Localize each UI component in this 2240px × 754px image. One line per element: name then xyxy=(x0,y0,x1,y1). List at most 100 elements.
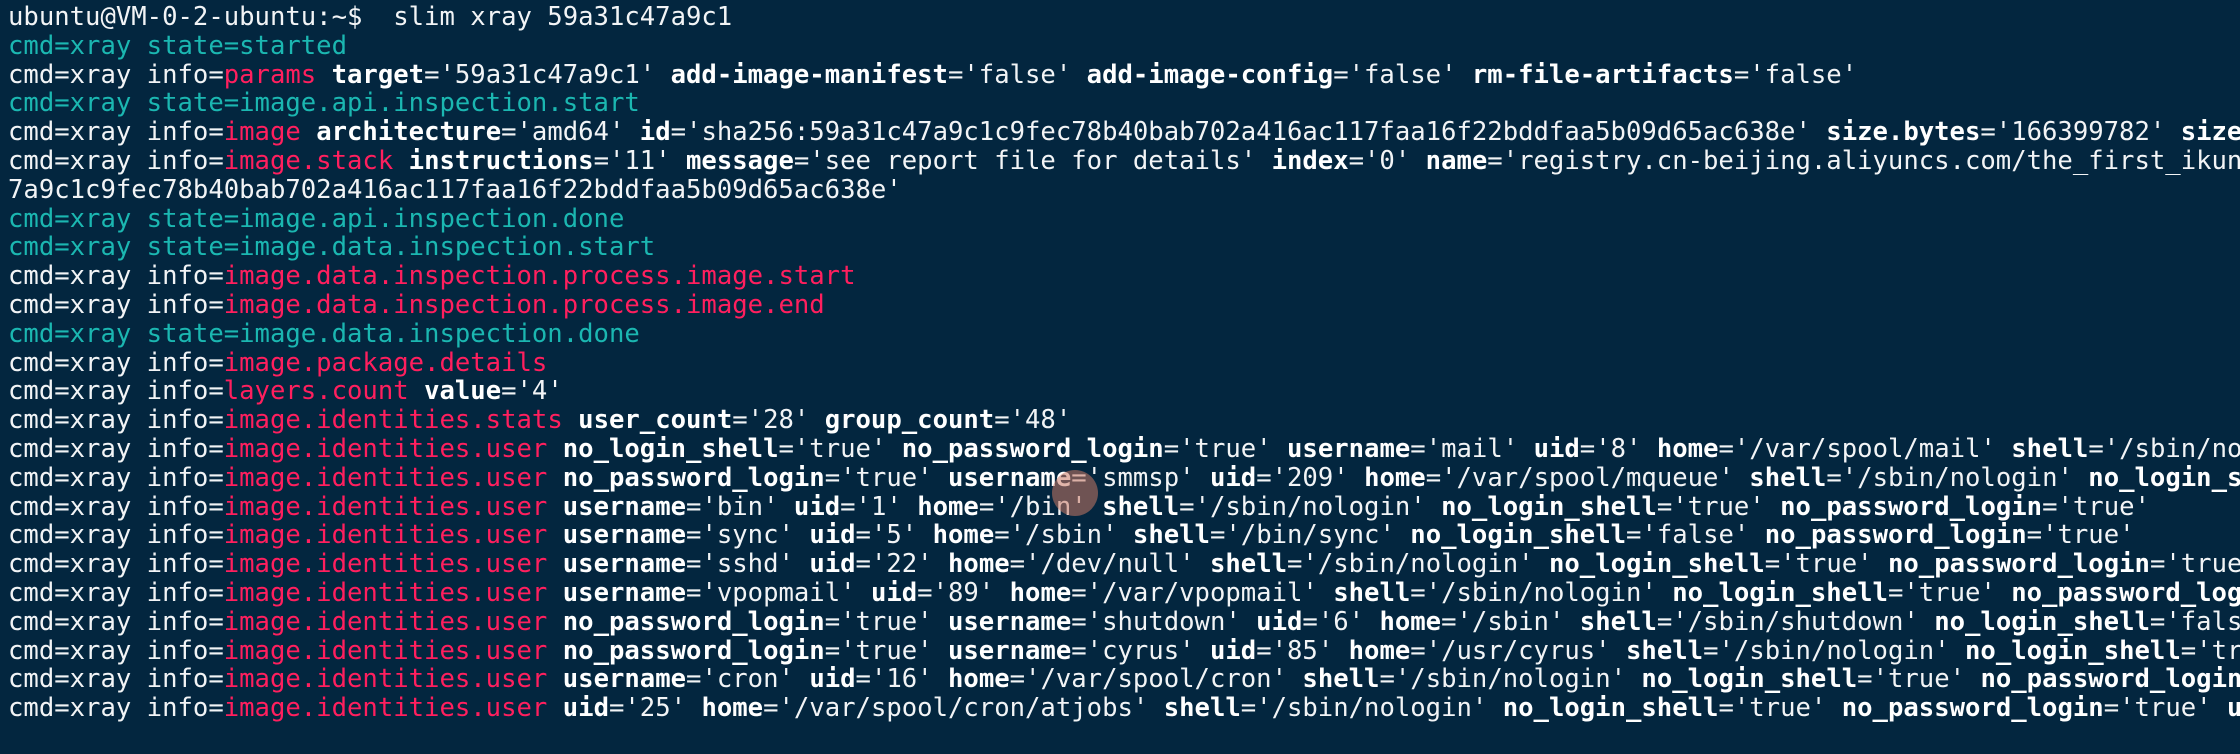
field-key: no_password_login xyxy=(901,434,1164,464)
field-key: uid xyxy=(793,492,841,522)
field-key: add-image-manifest xyxy=(670,60,948,90)
field-key: name xyxy=(1425,146,1488,176)
plain-text: cmd=xray info= xyxy=(8,550,224,579)
field-key: no_password_login xyxy=(562,607,825,637)
field-key: home xyxy=(948,550,1010,579)
field-key: add-image-config xyxy=(1086,60,1334,90)
log-line: cmd=xray state=image.api.inspection.star… xyxy=(8,89,2240,118)
field-key: shell xyxy=(1302,665,1380,695)
field-key: username xyxy=(562,521,687,551)
plain-text: cmd=xray info= xyxy=(8,377,224,407)
plain-text: ='true' xyxy=(1656,492,1781,522)
plain-text: ='0' xyxy=(1348,146,1426,176)
plain-text: ='/sbin/nologin' xyxy=(1826,463,2089,493)
field-key: username xyxy=(562,492,687,522)
plain-text xyxy=(301,118,316,147)
plain-text: ='85' xyxy=(1256,636,1349,666)
field-key: shell xyxy=(1626,636,1704,666)
plain-text: ='/sbin' xyxy=(1441,607,1580,637)
plain-text xyxy=(547,550,562,579)
plain-text: cmd=xray info= xyxy=(8,146,224,176)
field-key: no_password_login xyxy=(562,463,825,493)
plain-text: ='/var/spool/mail' xyxy=(1718,434,2012,464)
plain-text: ='vpopmail' xyxy=(686,578,871,608)
plain-text: ='16' xyxy=(855,665,948,695)
log-line: cmd=xray info=image.data.inspection.proc… xyxy=(8,291,2240,320)
plain-text xyxy=(547,493,562,522)
plain-text: ='bin' xyxy=(686,492,794,522)
field-key: uid xyxy=(562,694,609,723)
plain-text: cmd=xray info= xyxy=(8,578,224,608)
field-key: username xyxy=(1287,434,1411,464)
field-key: shell xyxy=(1749,463,1827,493)
plain-text: cmd=xray info= xyxy=(8,607,224,637)
plain-text: ='209' xyxy=(1256,463,1365,493)
plain-text: ='cron' xyxy=(686,665,810,695)
plain-text: cmd=xray info= xyxy=(8,665,224,695)
field-key: home xyxy=(1364,463,1426,493)
info-tag: image.identities.user xyxy=(223,550,548,579)
log-line: cmd=xray info=image.identities.user user… xyxy=(8,665,2240,694)
plain-text: ='true' xyxy=(824,636,948,666)
plain-text: ='166399782' xyxy=(1980,118,2181,147)
field-key: no_login_shell xyxy=(1641,665,1858,695)
plain-text: cmd=xray info= xyxy=(8,406,224,435)
field-key: size.bytes xyxy=(1826,118,1981,147)
plain-text xyxy=(409,377,424,406)
plain-text: cmd=xray info= xyxy=(8,60,224,90)
field-key: home xyxy=(1009,578,1072,608)
field-key: id xyxy=(639,118,671,147)
state-text: cmd=xray state=started xyxy=(8,31,347,61)
field-key: shell xyxy=(1102,492,1180,522)
info-tag: image.identities.user xyxy=(223,607,548,637)
plain-text: cmd=xray info= xyxy=(8,118,224,147)
plain-text: ='/var/spool/mqueue' xyxy=(1425,463,1750,493)
state-text: cmd=xray state=image.data.inspection.sta… xyxy=(8,233,656,263)
terminal-output[interactable]: ubuntu@VM-0-2-ubuntu:~$ slim xray 59a31c… xyxy=(8,3,2240,723)
plain-text: ='false' xyxy=(2149,607,2240,637)
field-key: size.human xyxy=(2180,118,2240,147)
field-key: no_login_shell xyxy=(1934,607,2150,637)
plain-text: ='true' xyxy=(778,434,902,464)
field-key: no_login_shell xyxy=(1410,521,1627,551)
plain-text: ='true' xyxy=(2103,694,2227,723)
plain-text: ='true' xyxy=(1857,665,1981,695)
plain-text xyxy=(547,637,562,666)
log-line: cmd=xray info=image.package.details xyxy=(8,349,2240,378)
plain-text: ='/var/spool/cron/atjobs' xyxy=(763,694,1164,723)
info-tag: image.identities.user xyxy=(223,434,548,464)
field-key: index xyxy=(1271,146,1349,176)
field-key: shell xyxy=(1209,550,1288,579)
plain-text: ='true' xyxy=(1887,578,2012,608)
plain-text xyxy=(393,147,408,176)
field-key: username xyxy=(947,463,1072,493)
info-tag: image.stack xyxy=(223,146,394,176)
log-line: cmd=xray info=image.identities.user user… xyxy=(8,579,2240,608)
info-tag: image.identities.user xyxy=(223,578,548,608)
log-line: cmd=xray info=image.data.inspection.proc… xyxy=(8,262,2240,291)
plain-text: cmd=xray info= xyxy=(8,290,224,320)
plain-text: ='true' xyxy=(2180,636,2240,666)
plain-text xyxy=(547,579,562,608)
field-key: username xyxy=(562,550,687,579)
plain-text: 7a9c1c9fec78b40bab702a416ac117faa16f22bd… xyxy=(8,175,902,205)
plain-text: cmd=xray info= xyxy=(8,492,224,522)
plain-text: ='59a31c47a9c1' xyxy=(424,60,671,90)
plain-text: ='true' xyxy=(1718,694,1842,723)
log-line: cmd=xray state=image.data.inspection.sta… xyxy=(8,233,2240,262)
state-text: cmd=xray state=image.api.inspection.done xyxy=(8,204,625,234)
log-line: cmd=xray info=image.identities.user user… xyxy=(8,521,2240,550)
log-line: cmd=xray info=params target='59a31c47a9c… xyxy=(8,61,2240,90)
log-line: cmd=xray info=image.identities.user user… xyxy=(8,550,2240,579)
plain-text: ='/sbin/nologin' xyxy=(1703,636,1966,666)
info-tag: image.identities.user xyxy=(223,492,548,522)
plain-text xyxy=(547,521,562,550)
field-key: shell xyxy=(2011,434,2089,464)
plain-text: ='28' xyxy=(732,406,825,435)
plain-text: ='1' xyxy=(840,492,918,522)
plain-text xyxy=(563,406,578,435)
plain-text: ='true' xyxy=(2026,521,2135,551)
plain-text: ='5' xyxy=(855,521,933,551)
plain-text xyxy=(547,435,562,464)
plain-text: ='/sbin/nologin' xyxy=(1287,550,1549,579)
